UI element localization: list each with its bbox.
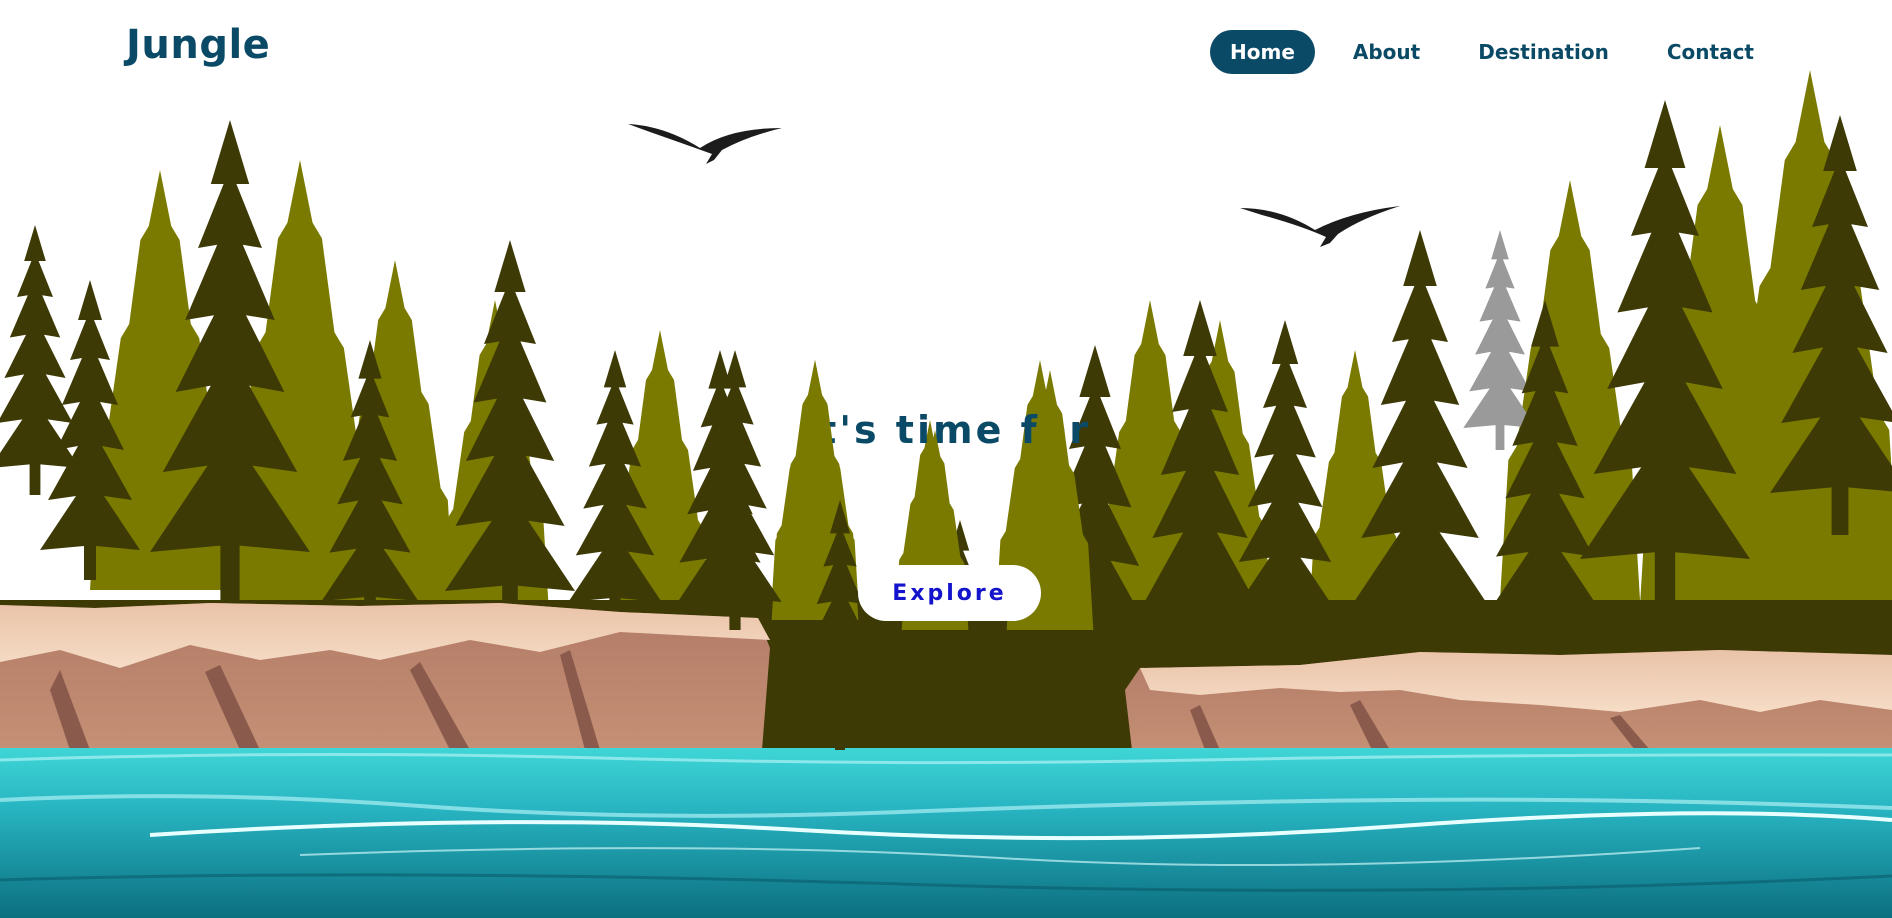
nav-item-contact[interactable]: Contact: [1647, 30, 1774, 74]
explore-button[interactable]: Explore: [858, 565, 1041, 621]
nav-item-destination[interactable]: Destination: [1458, 30, 1629, 74]
nav-item-about[interactable]: About: [1333, 30, 1440, 74]
river-water: [0, 748, 1892, 918]
nav-item-home[interactable]: Home: [1210, 30, 1315, 74]
hero-title: It's time for: [801, 408, 1091, 452]
main-nav: Home About Destination Contact: [1210, 30, 1774, 74]
jungle-scene-illustration: [0, 70, 1892, 918]
bird-icon: [628, 124, 782, 164]
bird-icon: [1240, 206, 1400, 247]
landing-page: Jungle Home About Destination Contact It…: [0, 0, 1892, 918]
brand-logo[interactable]: Jungle: [126, 22, 270, 68]
left-cliff: [0, 603, 770, 750]
